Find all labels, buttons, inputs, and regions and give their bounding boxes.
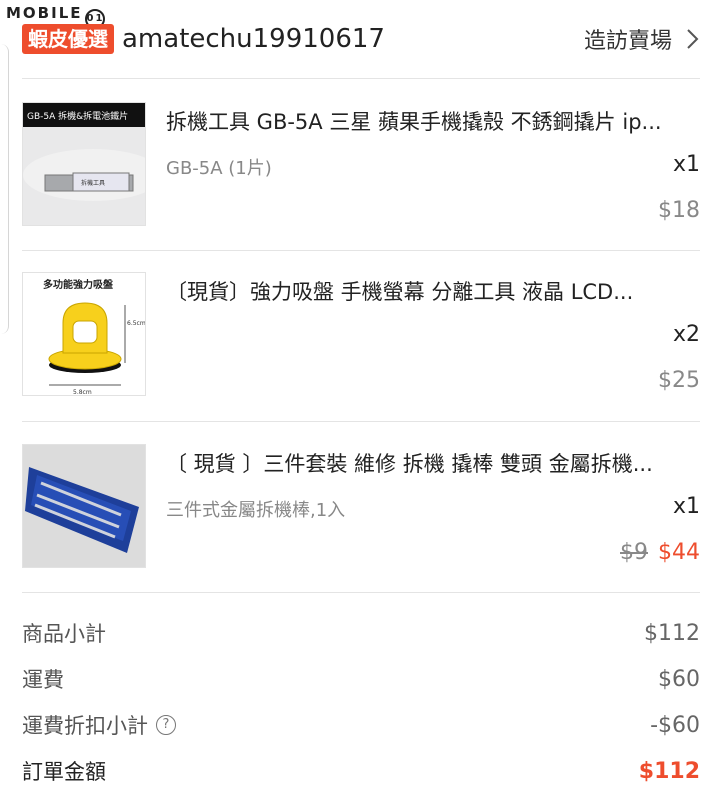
thumb-label: 拆機工具 — [81, 179, 105, 187]
product-thumbnail[interactable]: GB-5A 拆機&拆電池鐵片 拆機工具 — [22, 102, 146, 226]
divider — [22, 250, 700, 251]
order-item[interactable]: GB-5A 拆機&拆電池鐵片 拆機工具 拆機工具 GB-5A 三星 蘋果手機撬殼… — [22, 102, 700, 230]
item-price: $18 — [658, 198, 700, 223]
product-thumbnail[interactable] — [22, 444, 146, 568]
shipping-discount-row: 運費折扣小計 ? -$60 — [22, 708, 700, 742]
item-price: $9 $44 — [620, 540, 700, 565]
item-name[interactable]: 〔現貨〕強力吸盤 手機螢幕 分離工具 液晶 LCD... — [166, 276, 700, 306]
item-variant: 三件式金屬拆機棒,1入 — [166, 500, 346, 521]
divider — [22, 592, 700, 593]
item-quantity: x1 — [672, 494, 700, 519]
item-name[interactable]: 拆機工具 GB-5A 三星 蘋果手機撬殼 不銹鋼撬片 ip... — [166, 106, 700, 136]
original-price: $9 — [620, 540, 648, 565]
thumb-dim-width: 5.8cm — [73, 389, 92, 396]
order-item[interactable]: 〔 現貨 〕三件套裝 維修 拆機 撬棒 雙頭 金屬拆機... 三件式金屬拆機棒,… — [22, 444, 700, 572]
product-thumbnail[interactable]: 多功能強力吸盤 6.5cm 5.8cm — [22, 272, 146, 396]
subtotal-row: 商品小計 $112 — [22, 616, 700, 650]
order-total-value: $112 — [638, 758, 700, 784]
shop-header: 蝦皮優選 amatechu19910617 造訪賣場 — [22, 18, 702, 60]
shipping-label: 運費 — [22, 668, 64, 692]
divider — [22, 78, 700, 79]
help-icon[interactable]: ? — [156, 715, 176, 735]
thumb-dim-height: 6.5cm — [127, 320, 146, 327]
shipping-row: 運費 $60 — [22, 662, 700, 696]
item-price: $25 — [658, 368, 700, 393]
order-item[interactable]: 多功能強力吸盤 6.5cm 5.8cm 〔現貨〕強力吸盤 手機螢幕 分離工具 液… — [22, 272, 700, 400]
item-name[interactable]: 〔 現貨 〕三件套裝 維修 拆機 撬棒 雙頭 金屬拆機... — [166, 448, 700, 478]
preferred-badge: 蝦皮優選 — [22, 24, 114, 54]
visit-shop-link[interactable]: 造訪賣場 — [584, 23, 702, 55]
order-total-row: 訂單金額 $112 — [22, 754, 700, 788]
item-quantity: x1 — [672, 152, 700, 177]
divider — [22, 421, 700, 422]
item-quantity: x2 — [672, 322, 700, 347]
subtotal-label: 商品小計 — [22, 622, 106, 646]
shipping-discount-value: -$60 — [650, 712, 700, 738]
order-total-label: 訂單金額 — [22, 760, 106, 784]
shipping-discount-label: 運費折扣小計 — [22, 714, 148, 738]
thumb-caption: GB-5A 拆機&拆電池鐵片 — [27, 110, 128, 122]
visit-shop-label: 造訪賣場 — [583, 29, 672, 54]
sale-price: $44 — [658, 540, 700, 565]
shop-name[interactable]: amatechu19910617 — [122, 24, 385, 54]
subtotal-value: $112 — [644, 620, 700, 646]
shipping-value: $60 — [658, 666, 700, 692]
thumb-caption: 多功能強力吸盤 — [43, 278, 114, 291]
left-edge-panel — [0, 44, 9, 334]
chevron-right-icon — [687, 29, 699, 49]
item-variant: GB-5A (1片) — [166, 158, 272, 179]
